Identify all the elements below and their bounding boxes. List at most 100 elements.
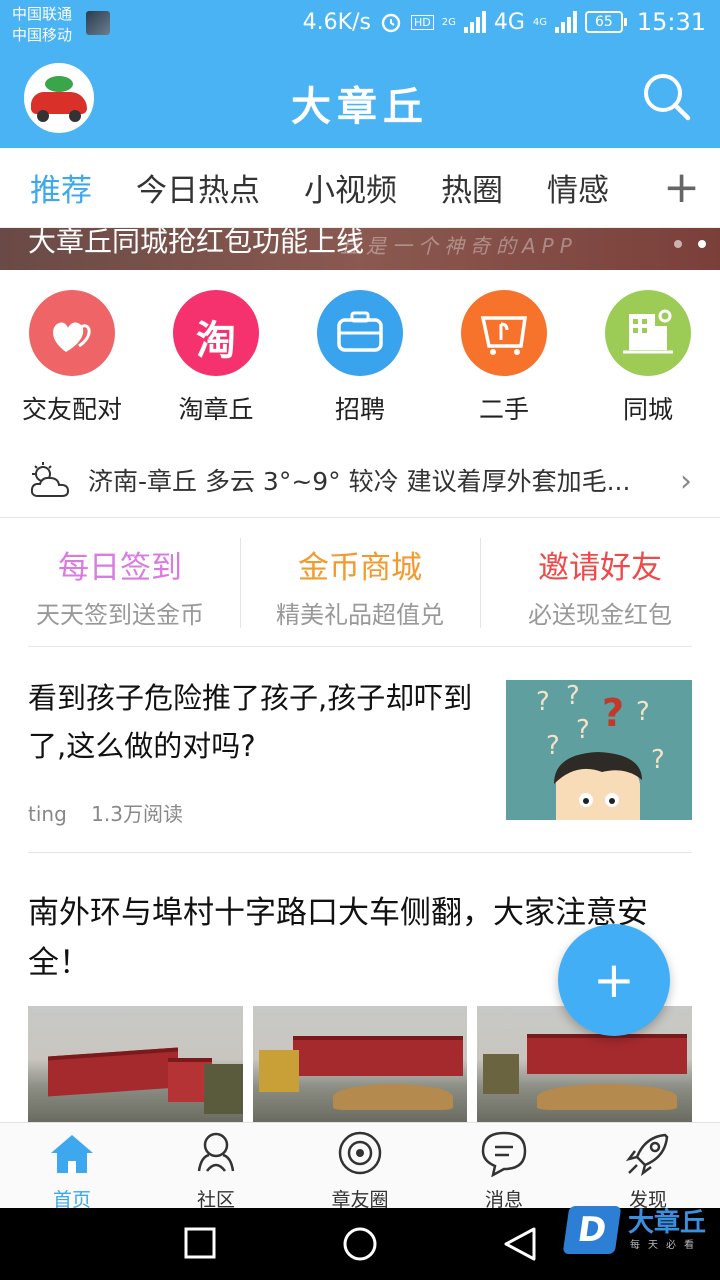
article-thumbnail: ??? ??? ? xyxy=(506,680,692,820)
svg-text:?: ? xyxy=(566,681,580,711)
action-subtitle: 必送现金红包 xyxy=(528,601,672,629)
status-right: 4.6K/s HD 2G 4G 4G 65 15:31 xyxy=(303,8,706,36)
quick-item-jobs[interactable]: 招聘 xyxy=(295,290,425,426)
truck-shape xyxy=(48,1047,178,1097)
weather-summary: 济南-章丘 多云 3°~9° 较冷 建议着厚外套加毛... xyxy=(88,467,631,496)
net-label-2: 4G xyxy=(493,9,525,35)
carrier-1: 中国联通 xyxy=(12,5,73,23)
briefcase-icon xyxy=(317,290,403,376)
invite-friends-button[interactable]: 邀请好友 必送现金红包 xyxy=(480,518,720,646)
community-icon xyxy=(197,1132,235,1172)
quick-item-label: 交友配对 xyxy=(21,395,122,424)
tao-icon: 淘 xyxy=(173,290,259,376)
tab-emotion[interactable]: 情感 xyxy=(547,165,609,210)
svg-text:?: ? xyxy=(576,715,590,745)
logo-tagline: 每天必看 xyxy=(630,1240,702,1251)
message-icon xyxy=(481,1131,527,1178)
nav-home[interactable]: 首页 xyxy=(22,1129,122,1212)
truck-shape xyxy=(527,1034,688,1074)
rocket-icon xyxy=(625,1133,669,1177)
spilled-dirt-shape xyxy=(332,1084,453,1110)
action-title: 邀请好友 xyxy=(538,550,662,586)
banner-carousel[interactable]: 大章丘同城抢红包功能上线 丘是一个神奇的APP xyxy=(0,228,720,270)
compose-fab-button[interactable]: + xyxy=(558,924,670,1036)
loader-shape xyxy=(483,1054,520,1094)
coin-mall-button[interactable]: 金币商城 精美礼品超值兑 xyxy=(240,518,480,646)
quick-item-label: 二手 xyxy=(478,395,529,424)
tao-glyph: 淘 xyxy=(196,318,236,364)
net-label-1: 2G xyxy=(441,16,456,28)
svg-text:?: ? xyxy=(651,745,665,775)
chevron-right-icon: › xyxy=(680,464,692,499)
hd-badge: HD xyxy=(410,14,434,30)
svg-text:?: ? xyxy=(602,691,624,735)
article-author: ting xyxy=(28,802,67,826)
bottom-navigation: 首页 社区 章友圈 消息 发现 xyxy=(0,1122,720,1211)
quick-item-label: 淘章丘 xyxy=(178,395,254,424)
weather-bar[interactable]: 济南-章丘 多云 3°~9° 较冷 建议着厚外套加毛... › xyxy=(0,444,720,518)
article-reads: 1.3万阅读 xyxy=(91,802,183,826)
network-speed: 4.6K/s xyxy=(302,9,371,35)
cloudy-weather-icon xyxy=(30,462,70,497)
tab-hot-circle[interactable]: 热圈 xyxy=(441,165,503,210)
nav-friends-circle[interactable]: 章友圈 xyxy=(310,1129,410,1212)
loader-shape xyxy=(204,1064,243,1114)
svg-text:?: ? xyxy=(536,687,550,717)
spilled-dirt-shape xyxy=(537,1084,678,1110)
watermark-logo: D 大章丘 每天必看 xyxy=(562,1202,712,1262)
article-title: 看到孩子危险推了孩子,孩子却吓到了,这么做的对吗? xyxy=(28,681,473,763)
nav-messages[interactable]: 消息 xyxy=(454,1129,554,1212)
action-subtitle: 精美礼品超值兑 xyxy=(276,601,444,629)
quick-item-local[interactable]: 同城 xyxy=(583,290,713,426)
carrier-info: 中国联通 中国移动 xyxy=(12,4,72,46)
alarm-icon xyxy=(381,13,401,33)
add-tab-button[interactable]: + xyxy=(663,166,700,210)
quick-item-tao[interactable]: 淘 淘章丘 xyxy=(151,290,281,426)
article-meta: ting 1.3万阅读 xyxy=(28,798,183,827)
quick-item-label: 招聘 xyxy=(334,395,385,424)
article-card[interactable]: 看到孩子危险推了孩子,孩子却吓到了,这么做的对吗? ting 1.3万阅读 ??… xyxy=(28,674,692,826)
cart-icon xyxy=(461,290,547,376)
logo-brand: 大章丘 xyxy=(628,1208,707,1238)
building-icon xyxy=(605,290,691,376)
svg-text:?: ? xyxy=(636,697,650,727)
quick-item-label: 同城 xyxy=(622,395,673,424)
nav-community[interactable]: 社区 xyxy=(166,1129,266,1212)
carousel-indicator xyxy=(674,240,706,248)
quick-entry-grid: 交友配对 淘 淘章丘 招聘 二手 同城 xyxy=(0,270,720,436)
divider xyxy=(28,646,692,647)
quick-item-secondhand[interactable]: 二手 xyxy=(439,290,569,426)
signal-1-icon xyxy=(463,11,486,33)
carrier-2: 中国移动 xyxy=(12,26,73,44)
app-header: 大章丘 xyxy=(0,50,720,148)
svg-text:?: ? xyxy=(546,731,560,761)
article-image xyxy=(252,1006,468,1122)
carousel-dot xyxy=(674,240,682,248)
quick-item-dating[interactable]: 交友配对 xyxy=(7,290,137,426)
action-shortcuts: 每日签到 天天签到送金币 金币商城 精美礼品超值兑 邀请好友 必送现金红包 xyxy=(0,518,720,646)
home-circle-icon[interactable] xyxy=(342,1226,378,1262)
circle-icon xyxy=(338,1131,382,1175)
carousel-dot-active xyxy=(698,240,706,248)
action-title: 金币商城 xyxy=(298,550,422,586)
tab-hot-today[interactable]: 今日热点 xyxy=(136,165,260,210)
system-navigation-bar: D 大章丘 每天必看 xyxy=(0,1206,720,1280)
truck-shape xyxy=(292,1036,463,1076)
clock: 15:31 xyxy=(636,8,706,36)
daily-checkin-button[interactable]: 每日签到 天天签到送金币 xyxy=(0,518,240,646)
recents-icon[interactable] xyxy=(184,1226,216,1260)
notification-thumbnail-icon xyxy=(86,11,110,35)
search-icon[interactable] xyxy=(642,72,692,122)
hearts-icon xyxy=(29,290,115,376)
back-icon[interactable] xyxy=(502,1226,538,1262)
banner-title: 大章丘同城抢红包功能上线 xyxy=(28,228,365,258)
logo-d-icon: D xyxy=(562,1206,622,1254)
net-label-3: 4G xyxy=(532,16,547,28)
category-tabs: 推荐 今日热点 小视频 热圈 情感 + xyxy=(0,148,720,228)
tab-short-video[interactable]: 小视频 xyxy=(304,165,397,210)
action-subtitle: 天天签到送金币 xyxy=(36,601,204,629)
nav-discover[interactable]: 发现 xyxy=(598,1129,698,1212)
tab-recommend[interactable]: 推荐 xyxy=(30,165,92,210)
signal-2-icon xyxy=(555,11,577,33)
battery-icon: 65 xyxy=(585,11,627,33)
